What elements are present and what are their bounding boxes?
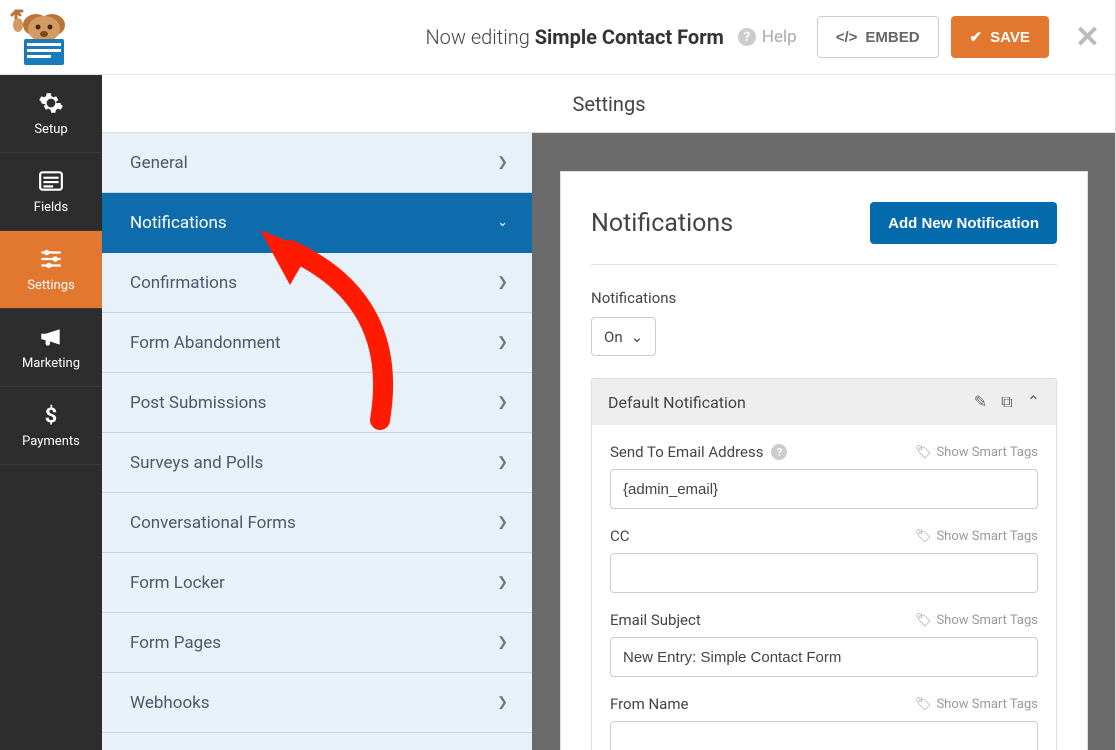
sidebar-label: Marketing	[22, 356, 80, 371]
panel-title: Notifications	[591, 209, 733, 238]
code-icon: </>	[836, 29, 858, 46]
sidebar-item-setup[interactable]: Setup	[0, 75, 102, 153]
save-button[interactable]: ✔ SAVE	[951, 16, 1049, 58]
content-wrap: Notifications Add New Notification Notif…	[532, 133, 1116, 750]
smart-tags-link[interactable]: 🏷Show Smart Tags	[915, 613, 1038, 628]
help-link[interactable]: ? Help	[738, 27, 797, 47]
send-to-input[interactable]	[610, 469, 1038, 509]
topbar: Now editing Simple Contact Form ? Help <…	[0, 0, 1116, 75]
tag-icon: 🏷	[915, 445, 932, 460]
from-name-label: From Name	[610, 695, 688, 713]
settings-header: Settings	[102, 75, 1116, 133]
tag-icon: 🏷	[915, 613, 932, 628]
chevron-right-icon: ❯	[497, 575, 508, 590]
subject-label: Email Subject	[610, 611, 701, 629]
cc-input[interactable]	[610, 553, 1038, 593]
settings-item-webhooks[interactable]: Webhooks❯	[102, 673, 532, 733]
settings-area: Settings General❯ Notifications⌄ Confirm…	[102, 75, 1116, 750]
smart-tags-link[interactable]: 🏷Show Smart Tags	[915, 529, 1038, 544]
collapse-icon[interactable]: ⌃	[1027, 392, 1040, 412]
settings-item-form-locker[interactable]: Form Locker❯	[102, 553, 532, 613]
tag-icon: 🏷	[915, 529, 932, 544]
check-icon: ✔	[970, 28, 983, 46]
sidebar-label: Settings	[27, 278, 74, 293]
tag-icon: 🏷	[915, 697, 932, 712]
svg-text:$: $	[45, 404, 57, 428]
sidebar-label: Payments	[22, 434, 80, 449]
duplicate-icon[interactable]: ⧉	[1001, 392, 1012, 412]
close-icon[interactable]: ✕	[1075, 20, 1100, 55]
chevron-right-icon: ❯	[497, 455, 508, 470]
content-header: Notifications Add New Notification	[591, 202, 1057, 265]
help-icon: ?	[738, 28, 756, 46]
sidebar: Setup Fields Settings Marketing $ Paymen…	[0, 75, 102, 750]
settings-item-form-pages[interactable]: Form Pages❯	[102, 613, 532, 673]
from-name-input[interactable]	[610, 721, 1038, 750]
cc-label: CC	[610, 527, 630, 545]
chevron-right-icon: ❯	[497, 695, 508, 710]
chevron-right-icon: ❯	[497, 155, 508, 170]
settings-item-notifications[interactable]: Notifications⌄	[102, 193, 532, 253]
notification-box-header: Default Notification ✎ ⧉ ⌃	[592, 379, 1056, 425]
settings-item-form-abandonment[interactable]: Form Abandonment❯	[102, 313, 532, 373]
sidebar-item-settings[interactable]: Settings	[0, 231, 102, 309]
help-icon[interactable]: ?	[771, 444, 787, 460]
embed-button[interactable]: </> EMBED	[817, 16, 939, 58]
sidebar-label: Fields	[34, 200, 68, 215]
content-panel: Notifications Add New Notification Notif…	[560, 171, 1088, 750]
main: Setup Fields Settings Marketing $ Paymen…	[0, 75, 1116, 750]
settings-list: General❯ Notifications⌄ Confirmations❯ F…	[102, 133, 532, 750]
settings-item-general[interactable]: General❯	[102, 133, 532, 193]
dollar-icon: $	[38, 402, 64, 428]
chevron-right-icon: ❯	[497, 275, 508, 290]
settings-body: General❯ Notifications⌄ Confirmations❯ F…	[102, 133, 1116, 750]
toggle-label: Notifications	[591, 289, 1057, 307]
notifications-toggle[interactable]: On ⌄	[591, 317, 656, 356]
chevron-right-icon: ❯	[497, 395, 508, 410]
subject-input[interactable]	[610, 637, 1038, 677]
settings-item-conversational[interactable]: Conversational Forms❯	[102, 493, 532, 553]
chevron-right-icon: ❯	[497, 635, 508, 650]
smart-tags-link[interactable]: 🏷Show Smart Tags	[915, 697, 1038, 712]
edit-icon[interactable]: ✎	[974, 392, 987, 412]
sliders-icon	[38, 246, 64, 272]
chevron-right-icon: ❯	[497, 515, 508, 530]
sidebar-item-fields[interactable]: Fields	[0, 153, 102, 231]
chevron-down-icon: ⌄	[497, 215, 508, 230]
chevron-right-icon: ❯	[497, 335, 508, 350]
bullhorn-icon	[38, 324, 64, 350]
sidebar-label: Setup	[34, 122, 67, 137]
sidebar-item-payments[interactable]: $ Payments	[0, 387, 102, 465]
settings-item-surveys-polls[interactable]: Surveys and Polls❯	[102, 433, 532, 493]
gear-icon	[38, 90, 64, 116]
wpforms-logo	[10, 7, 78, 67]
chevron-down-icon: ⌄	[631, 328, 644, 346]
smart-tags-link[interactable]: 🏷Show Smart Tags	[915, 445, 1038, 460]
editing-label: Now editing Simple Contact Form	[425, 25, 723, 49]
sidebar-item-marketing[interactable]: Marketing	[0, 309, 102, 387]
settings-item-confirmations[interactable]: Confirmations❯	[102, 253, 532, 313]
send-to-label: Send To Email Address?	[610, 443, 787, 461]
notification-box: Default Notification ✎ ⧉ ⌃ Send To Email…	[591, 378, 1057, 750]
settings-item-post-submissions[interactable]: Post Submissions❯	[102, 373, 532, 433]
add-notification-button[interactable]: Add New Notification	[870, 202, 1057, 244]
notification-body: Send To Email Address? 🏷Show Smart Tags …	[592, 425, 1056, 750]
list-icon	[38, 168, 64, 194]
